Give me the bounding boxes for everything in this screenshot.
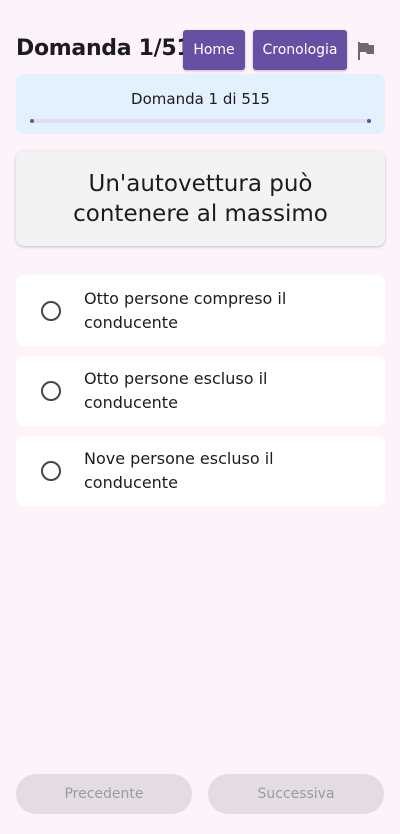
flag-icon[interactable] [356,40,376,62]
next-button[interactable]: Successiva [208,774,384,814]
previous-button[interactable]: Precedente [16,774,192,814]
progress-card: Domanda 1 di 515 [16,74,385,134]
progress-bar-end [367,119,371,123]
answer-option[interactable]: Nove persone escluso il conducente [16,436,385,506]
question-card: Un'autovettura può contenere al massimo [16,151,385,246]
top-bar: Domanda 1/515 Home Cronologia [0,26,400,74]
answer-option[interactable]: Otto persone compreso il conducente [16,275,385,346]
progress-bar [30,119,371,123]
answer-option-label: Otto persone compreso il conducente [84,288,287,332]
radio-button-icon[interactable] [41,300,61,321]
history-button[interactable]: Cronologia [253,30,347,70]
progress-label: Domanda 1 di 515 [131,90,270,108]
answer-option-label: Nove persone escluso il conducente [84,449,274,492]
question-text: Un'autovettura può contenere al massimo [73,170,328,227]
answer-option-label: Otto persone escluso il conducente [84,369,268,412]
page-title: Domanda 1/515 [16,36,207,61]
progress-bar-fill [30,119,35,123]
home-button[interactable]: Home [183,30,245,70]
radio-button-icon[interactable] [41,381,61,401]
radio-button-icon[interactable] [41,461,61,481]
answer-option[interactable]: Otto persone escluso il conducente [16,356,385,426]
